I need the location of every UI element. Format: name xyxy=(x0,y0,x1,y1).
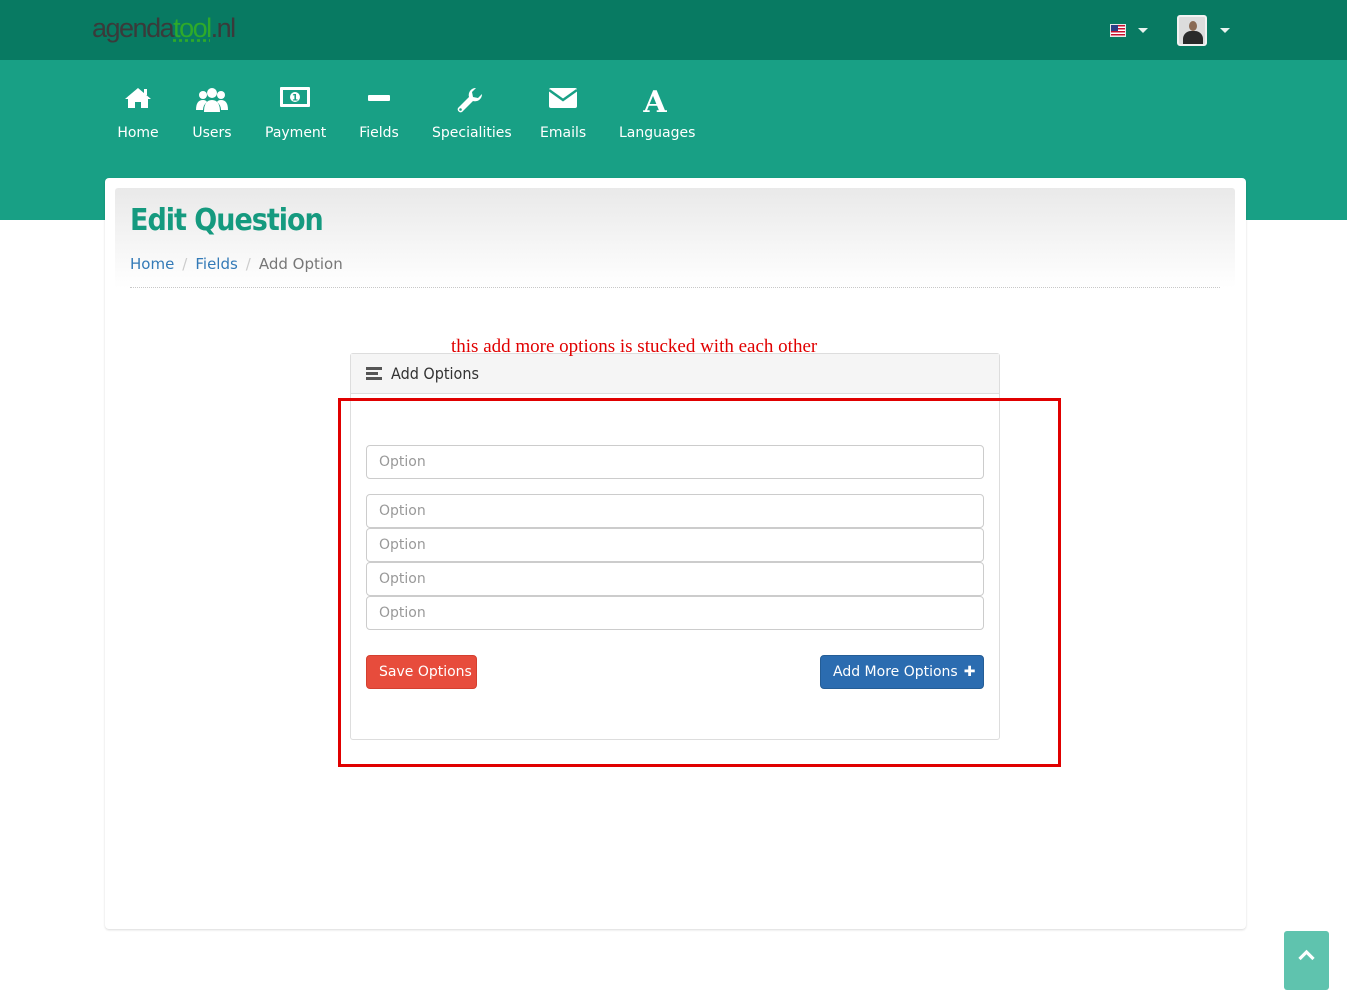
breadcrumb-separator: / xyxy=(245,255,251,273)
panel-title: Add Options xyxy=(391,364,479,383)
chevron-up-icon xyxy=(1298,949,1315,961)
breadcrumb-separator: / xyxy=(182,255,188,273)
page-title: Edit Question xyxy=(130,203,324,238)
nav-item-fields[interactable]: Fields xyxy=(359,86,399,146)
users-icon xyxy=(191,86,233,120)
svg-text:A: A xyxy=(642,86,667,114)
annotation-text: this add more options is stucked with ea… xyxy=(451,336,818,357)
user-dropdown-caret-icon[interactable] xyxy=(1220,28,1230,33)
panel-heading: Add Options xyxy=(351,354,999,394)
annotation-highlight-box xyxy=(338,398,1061,767)
font-icon: A xyxy=(619,85,691,120)
minus-icon xyxy=(359,86,399,120)
nav-item-specialities[interactable]: Specialities xyxy=(432,86,512,146)
header-divider xyxy=(130,287,1220,288)
user-avatar-icon[interactable] xyxy=(1177,15,1207,46)
nav-item-payment[interactable]: 1 Payment xyxy=(265,86,326,146)
breadcrumb: Home / Fields / Add Option xyxy=(130,255,343,273)
top-bar: agendatool.nl xyxy=(0,0,1347,60)
envelope-icon xyxy=(540,86,586,120)
breadcrumb-fields[interactable]: Fields xyxy=(195,255,237,273)
list-icon xyxy=(366,367,382,380)
nav-item-home[interactable]: Home xyxy=(117,86,159,146)
us-flag-icon[interactable] xyxy=(1110,24,1126,37)
nav-item-languages[interactable]: A Languages xyxy=(619,85,695,146)
nav-item-users[interactable]: Users xyxy=(191,86,233,146)
home-icon xyxy=(117,86,159,120)
nav-item-emails[interactable]: Emails xyxy=(540,86,586,146)
back-to-top-button[interactable] xyxy=(1284,931,1329,990)
logo[interactable]: agendatool.nl xyxy=(92,12,236,44)
breadcrumb-current: Add Option xyxy=(258,255,343,273)
language-dropdown-caret-icon[interactable] xyxy=(1138,28,1148,33)
svg-text:1: 1 xyxy=(292,94,298,104)
money-icon: 1 xyxy=(265,86,325,120)
breadcrumb-home[interactable]: Home xyxy=(130,255,174,273)
wrench-icon xyxy=(432,86,508,120)
